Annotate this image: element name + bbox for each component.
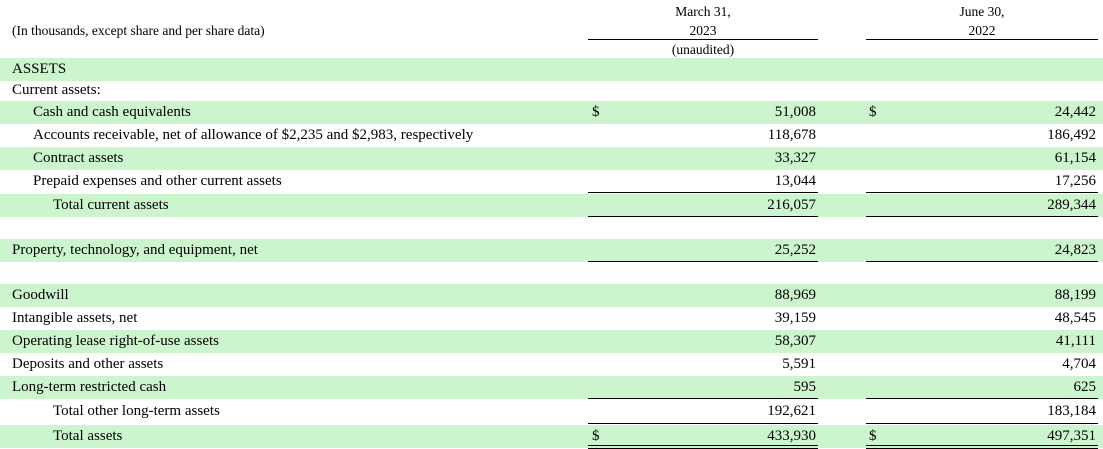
- value-march-2023: 192,621: [767, 403, 816, 419]
- grand-total-double-underline: [866, 445, 1098, 449]
- subtotal-underline: [866, 192, 1098, 193]
- value-june-2022: 41,111: [1055, 333, 1096, 349]
- value-march-2023: 51,008: [774, 104, 816, 120]
- row-label: Current assets:: [12, 82, 101, 98]
- value-march-2023: 595: [793, 379, 817, 395]
- header-underline: [866, 39, 1098, 40]
- value-march-2023: 33,327: [774, 150, 816, 166]
- row-label: Accounts receivable, net of allowance of…: [33, 127, 474, 143]
- table-row: Property, technology, and equipment, net…: [0, 239, 1103, 262]
- column-header-year: 2023: [689, 23, 717, 38]
- column-header-june-2022: June 30, 2022: [866, 2, 1098, 40]
- row-label: ASSETS: [12, 61, 67, 77]
- value-march-2023: 13,044: [774, 173, 816, 189]
- table-row: ASSETS: [0, 58, 1103, 81]
- row-label: Long-term restricted cash: [12, 379, 167, 395]
- column-header-date: June 30,: [959, 4, 1005, 19]
- total-underline: [588, 261, 818, 262]
- table-row: Contract assets 33,327 61,154: [0, 147, 1103, 170]
- value-march-2023: 5,591: [782, 356, 816, 372]
- table-row: Cash and cash equivalents $ 51,008 $ 24,…: [0, 101, 1103, 124]
- subtotal-underline: [866, 398, 1098, 399]
- total-underline: [588, 423, 818, 424]
- table-row: Long-term restricted cash 595 625: [0, 376, 1103, 399]
- column-header-date: March 31,: [675, 4, 731, 19]
- value-june-2022: 289,344: [1047, 197, 1096, 213]
- column-header-march-2023: March 31, 2023 (unaudited): [588, 2, 818, 59]
- value-june-2022: 61,154: [1054, 150, 1096, 166]
- row-label: Deposits and other assets: [12, 356, 164, 372]
- table-row: Total current assets 216,057 289,344: [0, 194, 1103, 217]
- table-row: Intangible assets, net 39,159 48,545: [0, 307, 1103, 330]
- table-row: Operating lease right-of-use assets 58,3…: [0, 330, 1103, 353]
- value-june-2022: 88,199: [1054, 287, 1096, 303]
- total-underline: [588, 216, 818, 217]
- table-row: Deposits and other assets 5,591 4,704: [0, 353, 1103, 376]
- subtotal-underline: [588, 192, 818, 193]
- row-label: Prepaid expenses and other current asset…: [33, 173, 282, 189]
- grand-total-double-underline: [588, 445, 818, 449]
- table-row: Total other long-term assets 192,621 183…: [0, 400, 1103, 423]
- row-label: Total assets: [53, 428, 123, 444]
- row-label: Property, technology, and equipment, net: [12, 242, 258, 258]
- row-label: Total other long-term assets: [53, 403, 220, 419]
- value-march-2023: 216,057: [767, 197, 816, 213]
- value-june-2022: 24,442: [1054, 104, 1096, 120]
- table-row: Accounts receivable, net of allowance of…: [0, 124, 1103, 147]
- units-note: (In thousands, except share and per shar…: [12, 23, 265, 38]
- value-march-2023: 88,969: [774, 287, 816, 303]
- value-march-2023: 25,252: [774, 242, 816, 258]
- value-june-2022: 186,492: [1047, 127, 1096, 143]
- subtotal-underline: [588, 398, 818, 399]
- row-label: Total current assets: [53, 197, 169, 213]
- row-label: Intangible assets, net: [12, 310, 138, 326]
- header-underline: [588, 39, 818, 40]
- row-label: Cash and cash equivalents: [33, 104, 191, 120]
- row-label: Operating lease right-of-use assets: [12, 333, 220, 349]
- value-june-2022: 17,256: [1054, 173, 1096, 189]
- column-header-unaudited: (unaudited): [671, 42, 735, 57]
- table-row: Current assets:: [0, 79, 1103, 102]
- column-header-year: 2022: [968, 23, 996, 38]
- value-march-2023: 118,678: [767, 127, 816, 143]
- total-underline: [866, 216, 1098, 217]
- value-june-2022: 183,184: [1047, 403, 1096, 419]
- row-label: Contract assets: [33, 150, 124, 166]
- total-underline: [866, 261, 1098, 262]
- value-june-2022: 24,823: [1054, 242, 1096, 258]
- total-underline: [866, 423, 1098, 424]
- table-row: Prepaid expenses and other current asset…: [0, 170, 1103, 193]
- value-march-2023: 58,307: [774, 333, 816, 349]
- table-row: Goodwill 88,969 88,199: [0, 284, 1103, 307]
- value-march-2023: 39,159: [774, 310, 816, 326]
- value-june-2022: 625: [1073, 379, 1097, 395]
- row-label: Goodwill: [12, 287, 69, 303]
- value-june-2022: 48,545: [1054, 310, 1096, 326]
- value-june-2022: 4,704: [1062, 356, 1096, 372]
